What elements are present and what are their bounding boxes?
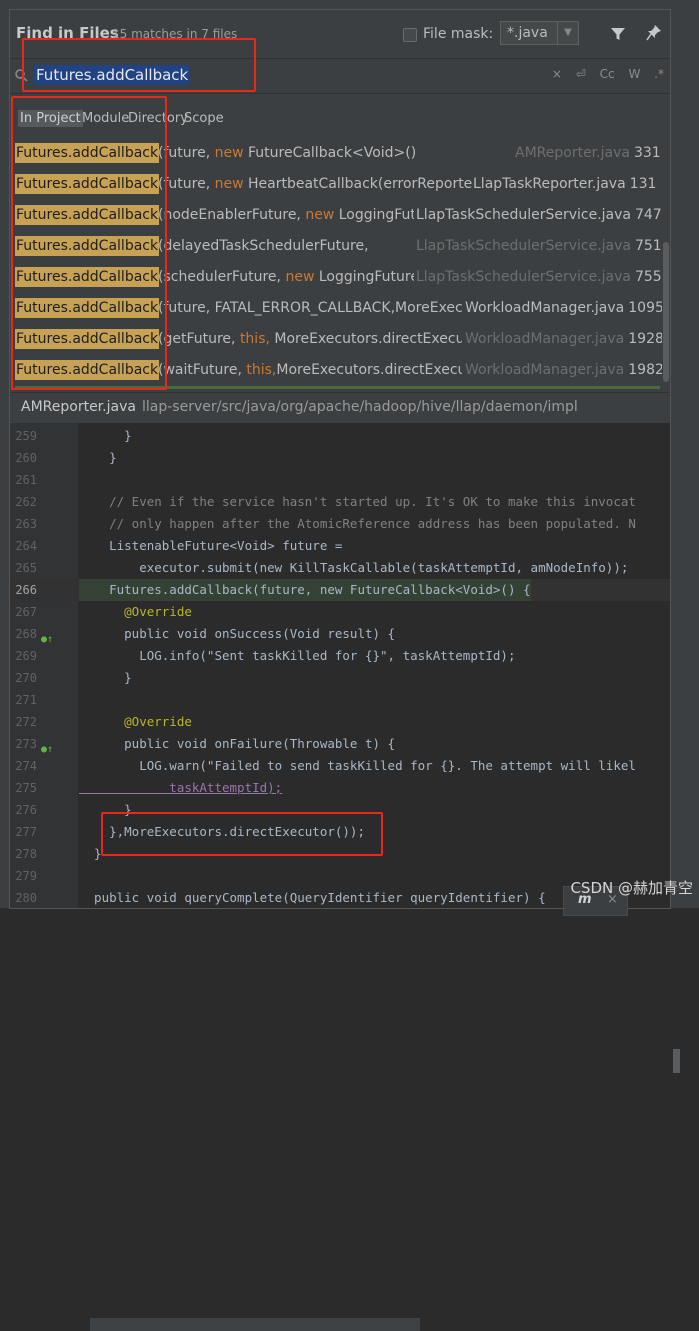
code-line: 265 executor.submit(new KillTaskCallable… bbox=[15, 560, 629, 575]
code-line: 270 } bbox=[15, 670, 132, 685]
result-context: (future, new FutureCallback<Void>() { bbox=[158, 145, 420, 161]
result-context: (future, FATAL_ERROR_CALLBACK,MoreExec bbox=[158, 300, 462, 316]
code-line: 268 ●↑ public void onSuccess(Void result)… bbox=[10, 623, 670, 645]
result-location: WorkloadManager.java 1095 bbox=[465, 300, 664, 316]
code-line: 273 ●↑ public void onFailure(Throwable t)… bbox=[10, 733, 670, 755]
result-location: WorkloadManager.java 1982 bbox=[465, 362, 664, 378]
result-location: LlapTaskReporter.java 131 bbox=[473, 176, 657, 192]
code-line: 275 taskAttemptId); bbox=[15, 780, 283, 795]
clear-icon[interactable]: × bbox=[552, 67, 562, 81]
preview-path: AMReporter.java llap-server/src/java/org… bbox=[10, 392, 670, 423]
preview-directory: llap-server/src/java/org/apache/hadoop/h… bbox=[142, 399, 578, 415]
code-line: 271 bbox=[15, 693, 37, 707]
code-line: 261 bbox=[15, 473, 37, 487]
result-location: LlapTaskSchedulerService.java 747 bbox=[416, 207, 662, 223]
tab-scope[interactable]: Scope bbox=[182, 110, 226, 127]
code-line: 260 } bbox=[15, 450, 117, 465]
filter-icon[interactable] bbox=[610, 26, 626, 42]
result-location: LlapTaskSchedulerService.java 755 bbox=[416, 269, 662, 285]
annotation-box-results bbox=[11, 96, 167, 390]
result-location: WorkloadManager.java 1928 bbox=[465, 331, 664, 347]
annotation-box-executor bbox=[101, 812, 383, 856]
result-context: (getFuture, this, MoreExecutors.directEx… bbox=[158, 331, 462, 347]
search-options: × ⏎ Cc W .* bbox=[542, 67, 664, 81]
file-mask-label: File mask: bbox=[423, 26, 494, 42]
match-case-toggle[interactable]: Cc bbox=[600, 67, 615, 81]
pin-icon[interactable] bbox=[646, 24, 662, 42]
code-line: 274 LOG.warn("Failed to send taskKilled … bbox=[15, 758, 636, 773]
file-mask-checkbox[interactable] bbox=[403, 28, 417, 42]
current-code-line: 266 Futures.addCallback(future, new Futu… bbox=[10, 579, 670, 601]
newline-icon[interactable]: ⏎ bbox=[576, 67, 586, 81]
annotation-box-search bbox=[22, 38, 256, 92]
result-context: (delayedTaskSchedulerFuture, bbox=[158, 238, 369, 254]
watermark: CSDN @赫加青空 bbox=[570, 879, 693, 897]
code-line: 269 LOG.info("Sent taskKilled for {}", t… bbox=[15, 648, 516, 663]
whole-words-toggle[interactable]: W bbox=[628, 67, 640, 81]
code-line: 272 @Override bbox=[15, 714, 192, 729]
result-location: LlapTaskSchedulerService.java 751 bbox=[416, 238, 662, 254]
result-context: (schedulerFuture, new LoggingFuture bbox=[158, 269, 414, 285]
result-context: (future, new HeartbeatCallback(errorRepo… bbox=[158, 176, 472, 192]
regex-toggle[interactable]: .* bbox=[654, 67, 664, 81]
code-line: 262 // Even if the service hasn't starte… bbox=[15, 494, 636, 509]
code-line: 259 } bbox=[15, 428, 132, 443]
result-location: AMReporter.java 331 bbox=[515, 145, 661, 161]
code-line: 263 // only happen after the AtomicRefer… bbox=[15, 516, 636, 531]
result-context: (waitFuture, this,MoreExecutors.directEx… bbox=[158, 362, 462, 378]
horizontal-scrollbar[interactable] bbox=[90, 1318, 420, 1331]
results-scrollbar[interactable] bbox=[662, 136, 670, 386]
code-line: 267 @Override bbox=[15, 604, 192, 619]
result-context: (nodeEnablerFuture, new LoggingFutu bbox=[158, 207, 414, 223]
preview-file-name: AMReporter.java bbox=[21, 399, 136, 415]
chevron-down-icon[interactable]: ▼ bbox=[557, 22, 578, 44]
file-mask-value: *.java bbox=[507, 25, 548, 41]
editor-scrollbar-thumb[interactable] bbox=[673, 1049, 680, 1073]
file-mask-combo[interactable]: *.java ▼ bbox=[500, 21, 579, 45]
scrollbar-thumb[interactable] bbox=[663, 242, 669, 382]
code-line: 264 ListenableFuture<Void> future = bbox=[15, 538, 343, 553]
